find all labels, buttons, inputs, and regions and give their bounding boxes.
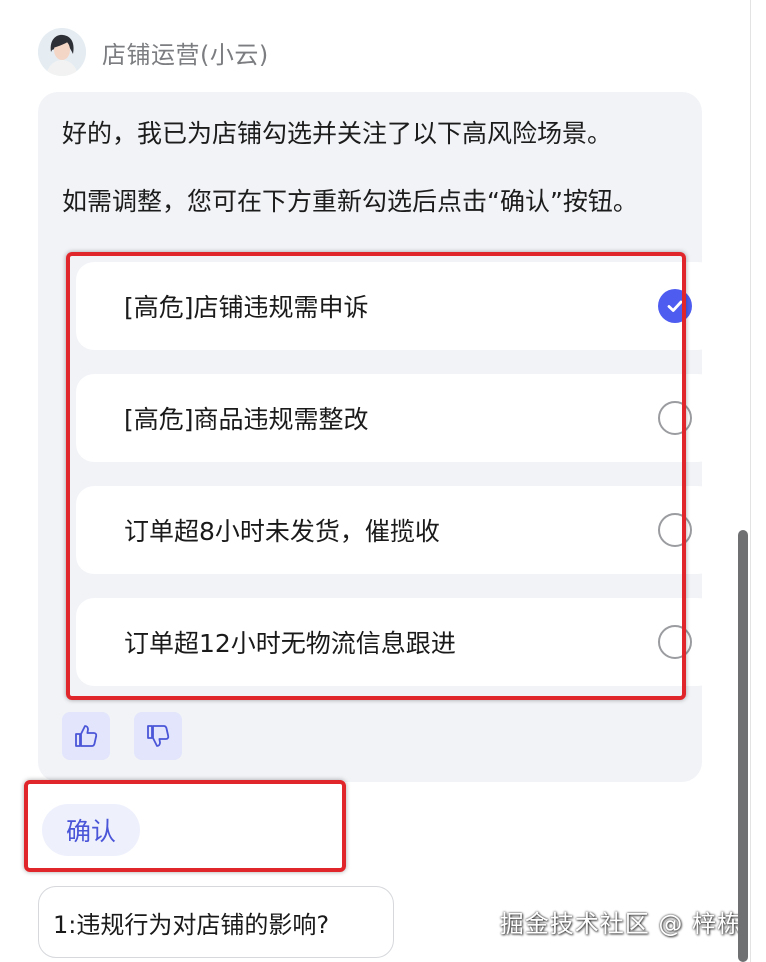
agent-header: 店铺运营(小云) bbox=[38, 28, 269, 76]
unchecked-circle-icon[interactable] bbox=[658, 401, 692, 435]
risk-option-label: 订单超12小时无物流信息跟进 bbox=[124, 629, 456, 658]
thumbs-up-icon bbox=[75, 725, 98, 747]
risk-option-2[interactable]: [高危]商品违规需整改 bbox=[76, 374, 716, 462]
scrollbar-track[interactable] bbox=[750, 0, 766, 962]
agent-name: 店铺运营(小云) bbox=[102, 40, 269, 69]
suggested-question[interactable]: 1:违规行为对店铺的影响? bbox=[38, 886, 394, 958]
unchecked-circle-icon[interactable] bbox=[658, 625, 692, 659]
message-line-1: 好的，我已为店铺勾选并关注了以下高风险场景。 bbox=[62, 119, 613, 148]
chat-bubble: 好的，我已为店铺勾选并关注了以下高风险场景。 如需调整，您可在下方重新勾选后点击… bbox=[38, 92, 716, 782]
unchecked-circle-icon[interactable] bbox=[658, 513, 692, 547]
agent-avatar bbox=[38, 28, 86, 76]
watermark: 掘金技术社区 @ 梓栋 bbox=[499, 910, 742, 938]
scrollbar-thumb[interactable] bbox=[738, 530, 748, 962]
thumbs-down-icon bbox=[147, 725, 170, 747]
thumbs-down-button[interactable] bbox=[134, 712, 182, 760]
risk-option-label: [高危]店铺违规需申诉 bbox=[124, 293, 369, 322]
risk-option-label: [高危]商品违规需整改 bbox=[124, 405, 369, 434]
message-line-2: 如需调整，您可在下方重新勾选后点击“确认”按钮。 bbox=[62, 187, 638, 216]
avatar-image bbox=[38, 28, 86, 76]
risk-option-label: 订单超8小时未发货，催揽收 bbox=[124, 517, 440, 546]
checkmark-icon bbox=[667, 300, 683, 312]
risk-option-1[interactable]: [高危]店铺违规需申诉 bbox=[76, 262, 716, 350]
risk-option-3[interactable]: 订单超8小时未发货，催揽收 bbox=[76, 486, 716, 574]
checked-circle-icon[interactable] bbox=[658, 289, 692, 323]
thumbs-up-button[interactable] bbox=[62, 712, 110, 760]
confirm-button[interactable]: 确认 bbox=[42, 804, 140, 856]
risk-option-4[interactable]: 订单超12小时无物流信息跟进 bbox=[76, 598, 716, 686]
